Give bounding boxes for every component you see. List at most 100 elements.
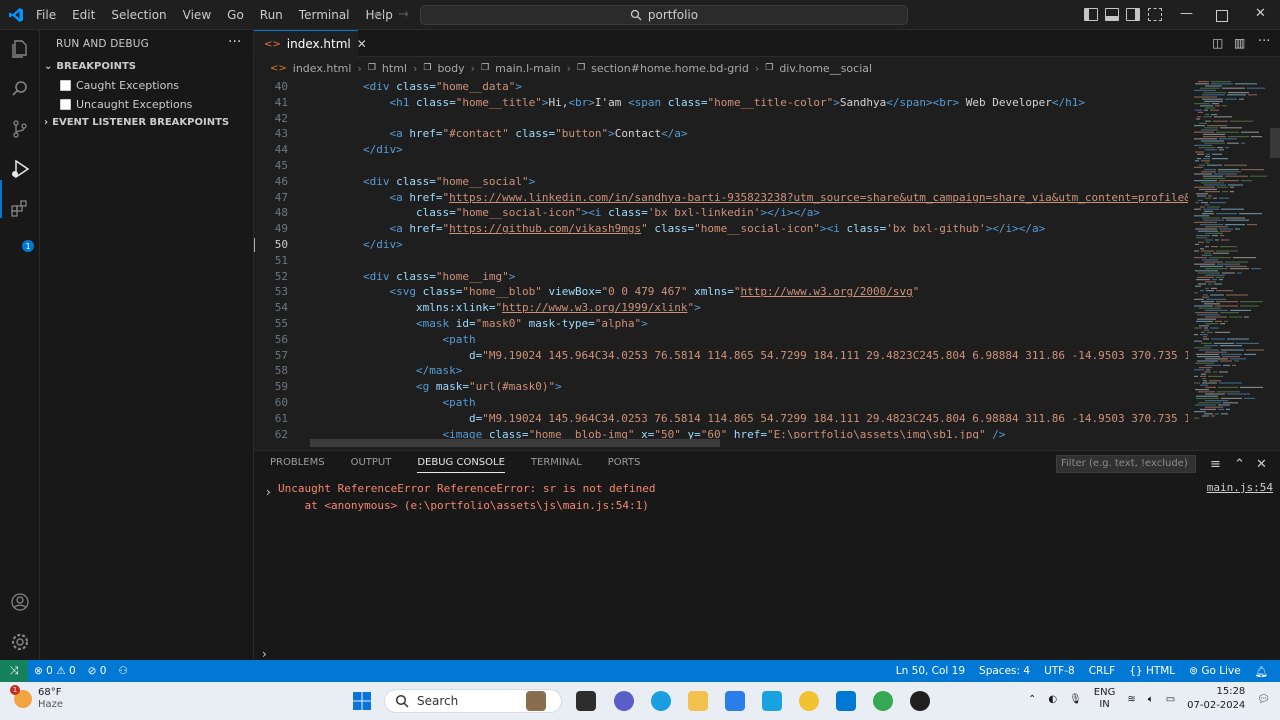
tab-terminal[interactable]: TERMINAL (531, 457, 582, 473)
breadcrumb-item[interactable]: section#home.home.bd-grid (591, 62, 749, 75)
caught-exceptions-checkbox[interactable] (60, 80, 71, 91)
tab-ports[interactable]: PORTS (608, 457, 641, 473)
minimize-icon[interactable]: — (1180, 6, 1193, 21)
toggle-secondary-sidebar-icon[interactable] (1126, 8, 1140, 21)
weather-widget[interactable]: 1 68°F Haze (10, 685, 63, 711)
search-activity-icon[interactable] (9, 78, 31, 100)
event-listener-section-header[interactable]: › EVENT LISTENER BREAKPOINTS (44, 117, 229, 128)
tab-output[interactable]: OUTPUT (351, 457, 392, 473)
breadcrumb-item[interactable]: html (382, 62, 407, 75)
indentation[interactable]: Spaces: 4 (979, 665, 1030, 677)
edge-browser-icon[interactable] (651, 691, 671, 711)
uncaught-exceptions-row[interactable]: Uncaught Exceptions (60, 98, 192, 111)
maximize-panel-icon[interactable]: ⌃ (1234, 457, 1245, 472)
tray-app-icon[interactable]: ◐ (1048, 694, 1057, 705)
clear-console-icon[interactable]: ≡ (1210, 457, 1221, 472)
file-explorer-icon[interactable] (688, 691, 708, 711)
code-line[interactable]: 61 d="M9.19024 145.964C34.0253 76.5814 1… (254, 411, 1188, 427)
breadcrumb-item[interactable]: index.html (293, 62, 352, 75)
input-language[interactable]: ENG IN (1094, 687, 1116, 711)
code-line[interactable]: 57 d="M9.19024 145.964C34.0253 76.5814 1… (254, 348, 1188, 364)
wifi-icon[interactable]: ≋ (1127, 694, 1135, 705)
uncaught-exceptions-checkbox[interactable] (60, 99, 71, 110)
clock[interactable]: 15:28 07-02-2024 (1187, 685, 1245, 713)
maximize-icon[interactable] (1216, 10, 1228, 22)
customize-layout-icon[interactable] (1148, 8, 1162, 21)
menu-edit[interactable]: Edit (64, 8, 103, 22)
code-line[interactable]: 55 <mask id="mask0" mask-type="alpha"> (254, 316, 1188, 332)
windows-start-icon[interactable] (352, 691, 372, 711)
app-icon[interactable] (799, 691, 819, 711)
encoding[interactable]: UTF-8 (1044, 665, 1075, 677)
explorer-icon[interactable] (9, 38, 31, 60)
menu-file[interactable]: File (28, 8, 64, 22)
github-desktop-icon[interactable] (910, 691, 930, 711)
language-mode[interactable]: {} HTML (1129, 665, 1175, 677)
split-editor-icon[interactable]: ▥ (1234, 36, 1245, 50)
cursor-position[interactable]: Ln 50, Col 19 (896, 665, 965, 677)
caught-exceptions-row[interactable]: Caught Exceptions (60, 79, 179, 92)
tab-index-html[interactable]: <> index.html ✕ (254, 30, 367, 57)
code-line[interactable]: 42 (254, 111, 1188, 127)
task-view-icon[interactable] (576, 691, 596, 711)
editor-more-icon[interactable]: ··· (1258, 34, 1270, 49)
code-line[interactable]: 62 <image class="home__blob-img" x="50" … (254, 427, 1188, 439)
go-live-button[interactable]: ⊚ Go Live (1189, 665, 1241, 677)
nav-back-icon[interactable]: ← (374, 7, 385, 22)
code-line[interactable]: 41 <h1 class="home__title">Hi,<br>I'am <… (254, 95, 1188, 111)
command-center[interactable]: portfolio (420, 5, 908, 25)
tab-close-icon[interactable]: ✕ (357, 37, 367, 51)
show-hidden-icons-icon[interactable]: ⌃ (1028, 694, 1036, 705)
notifications-icon[interactable]: 💬︎ (1257, 694, 1270, 705)
code-line[interactable]: 49 <a href= "https://github.com/vikash9mg… (254, 221, 1188, 237)
chrome-icon[interactable] (873, 691, 893, 711)
remote-indicator-icon[interactable]: ⤨ (0, 660, 28, 682)
code-line[interactable]: 47 <a href="https://www.linkedin.com/in/… (254, 190, 1188, 206)
code-line[interactable]: 40 <div class="home__data"> (254, 79, 1188, 95)
app-icon[interactable] (762, 691, 782, 711)
search-highlight-icon[interactable] (526, 691, 546, 711)
notifications-bell-icon[interactable]: 🔔︎ (1255, 665, 1268, 678)
toggle-panel-icon[interactable] (1105, 8, 1119, 21)
horizontal-scrollbar[interactable] (310, 439, 720, 447)
open-changes-icon[interactable]: ◫ (1212, 36, 1223, 50)
volume-icon[interactable]: 🔈︎ (1148, 694, 1154, 705)
code-line[interactable]: 43 <a href="#contact" class="button">Con… (254, 126, 1188, 142)
code-line[interactable]: 50 </div> (254, 237, 1188, 253)
code-line[interactable]: 44 </div> (254, 142, 1188, 158)
code-line[interactable]: 56 <path (254, 332, 1188, 348)
microphone-icon[interactable]: 🎙︎ (1069, 694, 1082, 705)
accounts-icon[interactable] (9, 591, 31, 613)
vscode-taskbar-icon[interactable] (836, 691, 856, 711)
error-source-link[interactable]: main.js:54 (1207, 481, 1273, 494)
menu-run[interactable]: Run (252, 8, 291, 22)
code-line[interactable]: 52 <div class="home__img"> (254, 269, 1188, 285)
close-window-icon[interactable]: ✕ (1255, 6, 1266, 21)
code-editor[interactable]: 40 <div class="home__data"> 41 <h1 class=… (254, 79, 1188, 439)
menu-selection[interactable]: Selection (103, 8, 174, 22)
breakpoints-section-header[interactable]: ⌄ BREAKPOINTS (44, 61, 136, 72)
code-line[interactable]: 51 (254, 253, 1188, 269)
end-of-line[interactable]: CRLF (1089, 665, 1116, 677)
battery-icon[interactable]: ▭ (1166, 694, 1175, 705)
teams-chat-icon[interactable] (614, 691, 634, 711)
problems-status[interactable]: ⊗ 0 ⚠ 0 (34, 665, 76, 677)
close-panel-icon[interactable]: ✕ (1256, 457, 1267, 472)
breadcrumb-item[interactable]: div.home__social (779, 62, 872, 75)
code-line[interactable]: 45 (254, 158, 1188, 174)
more-actions-icon[interactable]: ··· (228, 34, 241, 50)
microsoft-store-icon[interactable] (725, 691, 745, 711)
menu-terminal[interactable]: Terminal (291, 8, 358, 22)
breadcrumb-item[interactable]: main.l-main (495, 62, 561, 75)
debug-status-icon[interactable]: ⚇ (118, 665, 127, 677)
menu-view[interactable]: View (175, 8, 219, 22)
code-line[interactable]: 60 <path (254, 395, 1188, 411)
manage-gear-icon[interactable] (9, 631, 31, 653)
tab-problems[interactable]: PROBLEMS (270, 457, 325, 473)
run-and-debug-icon[interactable] (9, 158, 31, 180)
code-line[interactable]: 53 <svg class="home__blob" viewBox="0 0 … (254, 284, 1188, 300)
console-input-prompt[interactable]: › (262, 647, 267, 661)
code-line[interactable]: 48 class="home__social-icon"><i class='b… (254, 205, 1188, 221)
console-filter-input[interactable]: Filter (e.g. text, !exclude) (1056, 455, 1196, 473)
minimap[interactable] (1192, 79, 1270, 439)
